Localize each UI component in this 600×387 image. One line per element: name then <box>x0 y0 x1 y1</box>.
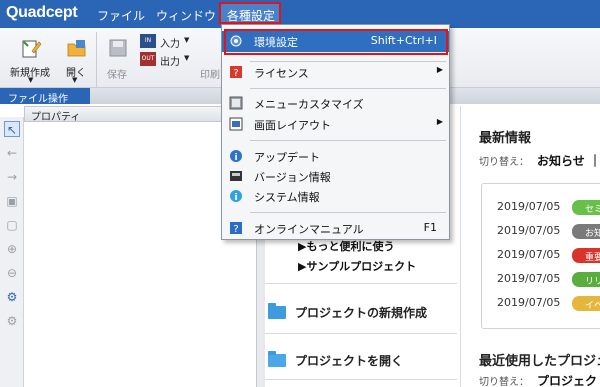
menu-separator <box>250 212 446 213</box>
menu-item-label: オンラインマニュアル <box>254 223 364 236</box>
app-window: Quadcept ファイル ウィンドウ 各種設定 新規作成 ▼ 開く ▼ 保存 … <box>0 0 600 387</box>
menu-item-label: ライセンス <box>254 67 309 80</box>
menu-item-label: バージョン情報 <box>254 171 331 184</box>
link-more-useful[interactable]: ▶もっと便利に使う <box>298 238 394 254</box>
version-icon <box>230 171 242 181</box>
fit-icon[interactable]: ▢ <box>4 217 20 233</box>
menu-item-version[interactable]: バージョン情報 <box>222 166 449 187</box>
new-document-icon <box>22 40 42 58</box>
output-label: 出力 <box>160 57 180 68</box>
highlight-box <box>224 29 448 55</box>
open-folder-icon <box>268 351 286 367</box>
menu-item-customize[interactable]: メニューカスタマイズ <box>222 93 449 114</box>
settings-dropdown-menu: 環境設定 Shift+Ctrl+I ? ライセンス ▶ メニューカスタマイズ 画… <box>221 24 450 240</box>
menu-window[interactable]: ウィンドウ <box>156 7 216 24</box>
select-icon[interactable]: ↖ <box>4 121 20 137</box>
ribbon-group-label: ファイル操作 <box>0 88 90 105</box>
input-label: 入力 <box>160 39 180 50</box>
menu-item-online-manual[interactable]: ? オンラインマニュアル F1 <box>222 218 449 239</box>
output-icon: OUT <box>140 52 156 66</box>
svg-text:?: ? <box>233 68 238 79</box>
menu-item-label: 画面レイアウト <box>254 119 331 132</box>
gear-disabled-icon[interactable]: ⚙ <box>4 313 20 329</box>
open-folder-icon <box>67 40 86 57</box>
save-button[interactable]: 保存 <box>104 34 132 84</box>
menu-item-layout[interactable]: 画面レイアウト ▶ <box>222 114 449 135</box>
zoom-in-icon[interactable]: ⊕ <box>4 241 20 257</box>
news-date: 2019/07/05 <box>497 296 561 309</box>
license-icon: ? <box>230 66 242 79</box>
print-button[interactable]: 印刷 <box>200 34 222 84</box>
back-icon[interactable]: ← <box>4 145 20 161</box>
news-tag-badge[interactable]: セミ <box>572 200 600 215</box>
svg-text:i: i <box>234 193 237 203</box>
left-toolbar: ↖ ← → ▣ ▢ ⊕ ⊖ ⚙ ⚙ <box>0 117 24 387</box>
menu-item-license[interactable]: ? ライセンス ▶ <box>222 62 449 83</box>
new-dropdown-icon: ▼ <box>28 76 34 84</box>
output-dropdown-icon: ▼ <box>184 54 190 62</box>
menu-separator <box>250 140 446 141</box>
input-icon: IN <box>140 34 156 48</box>
open-project-button[interactable]: プロジェクトを開く <box>268 350 458 374</box>
settings-gear-icon[interactable]: ⚙ <box>4 289 20 305</box>
submenu-arrow-icon: ▶ <box>436 117 443 126</box>
save-icon[interactable]: ▣ <box>4 193 20 209</box>
open-button[interactable]: 開く ▼ <box>62 34 90 84</box>
svg-text:i: i <box>234 153 237 163</box>
app-logo: Quadcept <box>6 4 78 21</box>
customize-icon <box>229 96 243 110</box>
news-tag-badge[interactable]: お知 <box>572 224 600 239</box>
help-icon: ? <box>230 222 242 235</box>
menu-item-label: アップデート <box>254 151 320 164</box>
submenu-arrow-icon: ▶ <box>436 65 443 74</box>
layout-icon <box>229 117 243 131</box>
new-project-button[interactable]: プロジェクトの新規作成 <box>268 302 458 326</box>
forward-icon[interactable]: → <box>4 169 20 185</box>
menu-item-system-info[interactable]: i システム情報 <box>222 186 449 207</box>
news-date: 2019/07/05 <box>497 248 561 261</box>
new-project-label: プロジェクトの新規作成 <box>295 306 428 320</box>
ribbon-separator <box>96 32 97 88</box>
news-switch-value[interactable]: お知らせ ｜ <box>537 154 600 168</box>
folder-icon <box>268 303 286 319</box>
menu-item-label: メニューカスタマイズ <box>254 98 364 111</box>
open-dropdown-icon: ▼ <box>72 76 78 84</box>
menu-settings[interactable]: 各種設定 <box>219 2 281 24</box>
menu-item-label: システム情報 <box>254 191 320 204</box>
output-button[interactable]: OUT 出力 ▼ <box>140 52 196 72</box>
input-button[interactable]: IN 入力 ▼ <box>140 34 196 54</box>
divider <box>265 379 457 380</box>
update-icon: i <box>230 150 242 163</box>
divider <box>265 283 457 284</box>
system-info-icon: i <box>230 190 242 203</box>
save-disk-icon <box>109 39 127 57</box>
new-button[interactable]: 新規作成 ▼ <box>8 34 54 84</box>
recent-switch-value[interactable]: プロジェク <box>537 374 597 387</box>
link-sample-project[interactable]: ▶サンプルプロジェクト <box>298 258 416 274</box>
recent-switch[interactable]: 切り替え： プロジェク <box>479 372 597 387</box>
menu-file[interactable]: ファイル <box>97 7 145 24</box>
news-tag-badge[interactable]: 重要 <box>572 248 600 263</box>
menu-item-shortcut: F1 <box>423 221 437 234</box>
news-tag-badge[interactable]: リリ <box>572 272 600 287</box>
news-date: 2019/07/05 <box>497 224 561 237</box>
recent-projects-title: 最近使用したプロジェ <box>479 354 600 369</box>
divider <box>265 333 457 334</box>
news-date: 2019/07/05 <box>497 272 561 285</box>
save-label: 保存 <box>107 70 127 81</box>
print-label: 印刷 <box>200 70 220 81</box>
svg-text:?: ? <box>233 224 238 235</box>
open-project-label: プロジェクトを開く <box>295 354 404 368</box>
recent-switch-label: 切り替え： <box>479 377 529 387</box>
zoom-out-icon[interactable]: ⊖ <box>4 265 20 281</box>
news-tag-badge[interactable]: イベ <box>572 296 600 311</box>
menu-item-update[interactable]: i アップデート <box>222 146 449 167</box>
news-title: 最新情報 <box>479 131 532 146</box>
news-switch[interactable]: 切り替え： お知らせ ｜ <box>479 152 600 169</box>
news-switch-label: 切り替え： <box>479 157 529 168</box>
input-dropdown-icon: ▼ <box>184 36 190 44</box>
news-date: 2019/07/05 <box>497 200 561 213</box>
menu-separator <box>250 88 446 89</box>
